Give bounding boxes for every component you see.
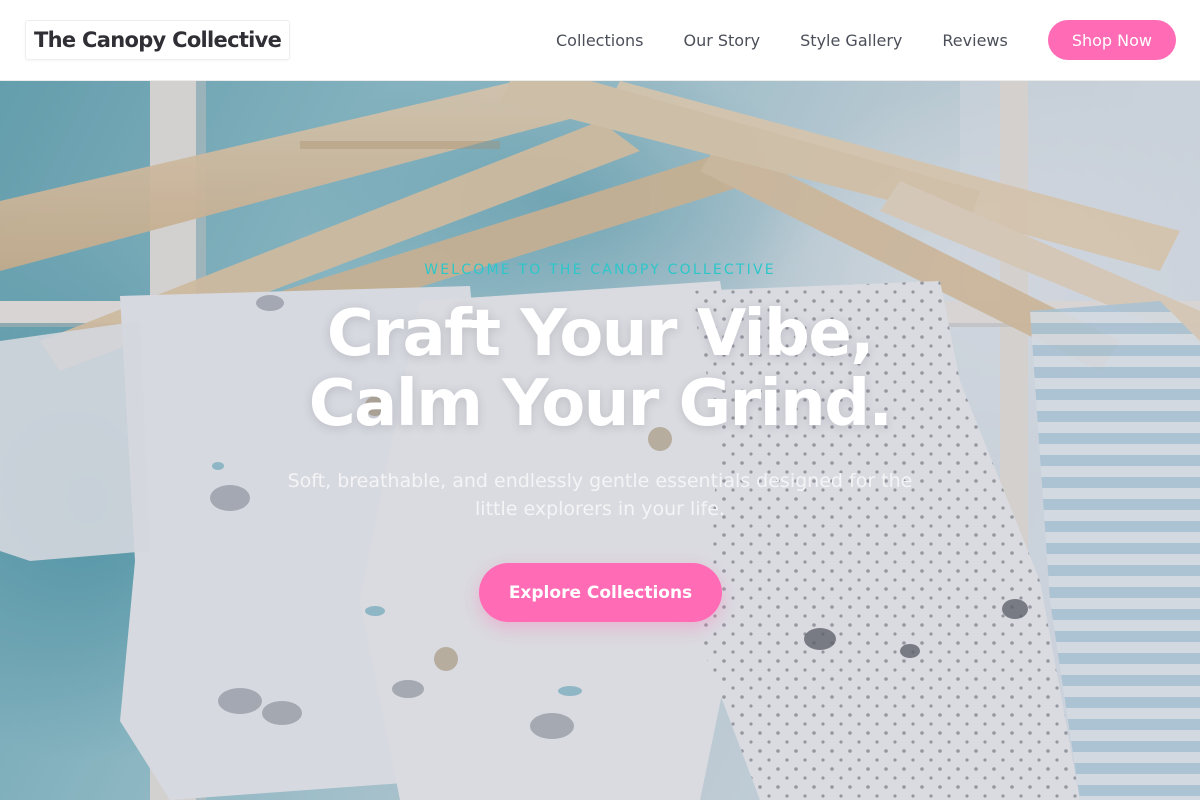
landing-page: The Canopy Collective Collections Our St… [0, 0, 1200, 800]
nav-link-reviews[interactable]: Reviews [942, 31, 1007, 50]
hero-eyebrow: WELCOME TO THE CANOPY COLLECTIVE [424, 262, 776, 278]
hero-section: WELCOME TO THE CANOPY COLLECTIVE Craft Y… [0, 81, 1200, 800]
main-nav: Collections Our Story Style Gallery Revi… [556, 20, 1176, 60]
nav-link-collections[interactable]: Collections [556, 31, 643, 50]
hero-content: WELCOME TO THE CANOPY COLLECTIVE Craft Y… [0, 81, 1200, 800]
shop-now-button[interactable]: Shop Now [1047, 20, 1176, 60]
explore-collections-button[interactable]: Explore Collections [479, 563, 722, 622]
hero-headline-line-2: Calm Your Grind. [308, 367, 893, 441]
site-header: The Canopy Collective Collections Our St… [0, 0, 1200, 81]
nav-link-style-gallery[interactable]: Style Gallery [800, 31, 902, 50]
nav-link-our-story[interactable]: Our Story [683, 31, 760, 50]
hero-headline: Craft Your Vibe, Calm Your Grind. [0, 299, 1200, 439]
hero-subtitle: Soft, breathable, and endlessly gentle e… [287, 470, 913, 520]
brand-logo[interactable]: The Canopy Collective [25, 20, 291, 60]
hero-headline-line-1: Craft Your Vibe, [326, 297, 875, 371]
